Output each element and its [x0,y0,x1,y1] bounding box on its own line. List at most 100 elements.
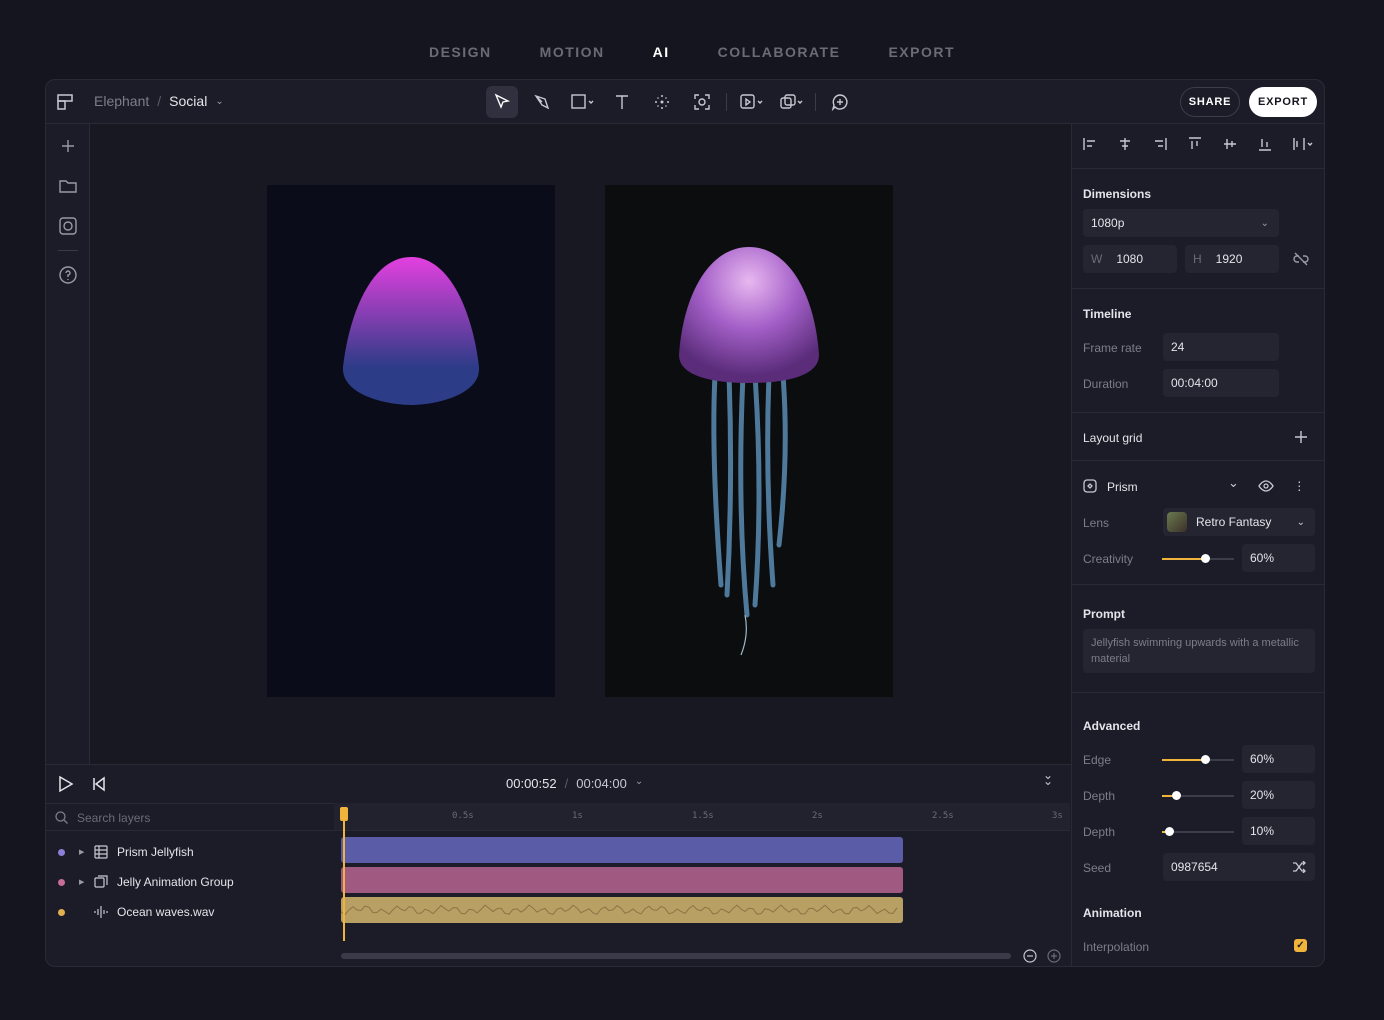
artboard-rendered-jellyfish[interactable] [605,185,893,697]
align-center-h-icon[interactable] [1117,136,1133,152]
align-top-icon[interactable] [1187,136,1203,152]
tab-export[interactable]: EXPORT [888,44,955,60]
seed-field[interactable]: 0987654 [1163,853,1315,881]
zoom-in-icon[interactable] [1047,949,1061,963]
frame-rate-field[interactable]: 24 [1163,333,1279,361]
comment-tool[interactable] [824,86,856,118]
advanced-section: Advanced Edge 60% Depth 20% Depth 10% Se… [1072,692,1324,892]
width-field[interactable]: W 1080 [1083,245,1177,273]
slider-knob[interactable] [1165,827,1175,836]
chevron-down-icon[interactable]: ⌄ [215,96,223,107]
play-icon[interactable] [58,775,74,793]
prompt-textarea[interactable]: Jellyfish swimming upwards with a metall… [1083,629,1315,673]
add-icon[interactable] [58,136,78,156]
interpolation-label: Interpolation [1083,940,1150,954]
tab-collaborate[interactable]: COLLABORATE [718,44,841,60]
timecode: 00:00:52 / 00:04:00 ⌄ [506,776,643,791]
creativity-slider[interactable] [1162,554,1234,563]
layer-search[interactable]: Search layers [46,803,334,831]
select-tool[interactable] [486,86,518,118]
collapse-chevron-icon[interactable]: ⌄ [1228,475,1239,491]
playhead-handle[interactable] [340,807,348,821]
media-tool[interactable] [735,86,767,118]
chevron-down-icon[interactable]: ⌄ [635,776,643,791]
playhead[interactable] [340,807,348,941]
slider-fill [1162,558,1206,560]
logo-icon[interactable] [56,93,74,111]
slider-knob[interactable] [1201,755,1211,764]
search-input[interactable]: Search layers [77,811,150,825]
artboard-vector-jellyfish[interactable] [267,185,555,697]
depth2-slider[interactable] [1162,827,1234,836]
layer-name: Ocean waves.wav [117,905,215,919]
layer-row[interactable]: Ocean waves.wav [46,897,334,927]
editor-window: Elephant / Social ⌄ SHARE EXPORT Dimensi… [45,79,1325,967]
focus-tool[interactable] [686,86,718,118]
skip-back-icon[interactable] [92,776,106,792]
particles-tool[interactable] [646,86,678,118]
interpolation-checkbox[interactable]: ✓ [1294,939,1307,952]
collapse-timeline-icon[interactable]: ⌄ ⌄ [1043,769,1053,787]
depth2-label: Depth [1083,825,1116,839]
audio-clip[interactable] [340,897,903,923]
slider-knob[interactable] [1201,554,1211,563]
text-tool[interactable] [606,86,638,118]
layout-grid-title: Layout grid [1083,431,1143,445]
layer-row[interactable]: ▶ Jelly Animation Group [46,867,334,897]
pen-tool[interactable] [526,86,558,118]
advanced-title: Advanced [1083,719,1141,733]
layer-name: Jelly Animation Group [117,875,234,889]
lens-thumbnail [1167,512,1187,532]
particles-icon [655,95,669,109]
slider-knob[interactable] [1172,791,1182,800]
project-name[interactable]: Elephant [94,93,149,109]
share-button[interactable]: SHARE [1180,87,1240,117]
help-icon[interactable] [58,265,78,285]
canvas[interactable] [90,124,1071,764]
expand-caret-icon[interactable]: ▶ [79,878,84,886]
time-ruler[interactable]: 0.5s 1s 1.5s 2s 2.5s 3s [334,803,1070,831]
expand-caret-icon[interactable]: ▶ [79,848,84,856]
comment-plus-icon [831,94,848,111]
layer-row[interactable]: ▶ Prism Jellyfish [46,837,334,867]
layer-clip[interactable] [341,867,903,893]
lens-select[interactable]: Retro Fantasy ⌄ [1163,508,1315,536]
height-field[interactable]: H 1920 [1185,245,1279,273]
tab-ai[interactable]: AI [653,44,670,60]
focus-icon [694,94,710,110]
total-time[interactable]: 00:04:00 [576,776,627,791]
distribute-icon[interactable] [1292,136,1314,152]
file-name[interactable]: Social [169,93,207,109]
prism-title: Prism [1107,480,1138,494]
eye-icon[interactable] [1258,480,1274,492]
tab-design[interactable]: DESIGN [429,44,492,60]
tab-motion[interactable]: MOTION [540,44,605,60]
folder-icon[interactable] [58,176,78,196]
align-right-icon[interactable] [1152,136,1168,152]
toolbar: Elephant / Social ⌄ SHARE EXPORT [46,80,1324,124]
align-left-icon[interactable] [1082,136,1098,152]
prompt-title: Prompt [1083,607,1125,621]
slider-fill [1162,759,1206,761]
zoom-out-icon[interactable] [1023,949,1037,963]
dimension-preset-select[interactable]: 1080p ⌄ [1083,209,1279,237]
assets-icon[interactable] [58,216,78,236]
edge-slider[interactable] [1162,755,1234,764]
depth-field[interactable]: 20% [1242,781,1315,809]
add-grid-icon[interactable] [1294,430,1308,444]
horizontal-scrollbar[interactable] [341,953,1011,959]
duration-field[interactable]: 00:04:00 [1163,369,1279,397]
unlink-icon[interactable] [1293,252,1309,266]
align-bottom-icon[interactable] [1257,136,1273,152]
align-center-v-icon[interactable] [1222,136,1238,152]
export-button[interactable]: EXPORT [1249,87,1317,117]
depth2-field[interactable]: 10% [1242,817,1315,845]
depth-slider[interactable] [1162,791,1234,800]
layer-clip[interactable] [341,837,903,863]
shape-tool[interactable] [566,86,598,118]
edge-field[interactable]: 60% [1242,745,1315,773]
component-tool[interactable] [775,86,807,118]
shuffle-icon[interactable] [1292,861,1306,873]
creativity-field[interactable]: 60% [1242,544,1315,572]
more-options-icon[interactable]: · · · [1297,474,1302,496]
